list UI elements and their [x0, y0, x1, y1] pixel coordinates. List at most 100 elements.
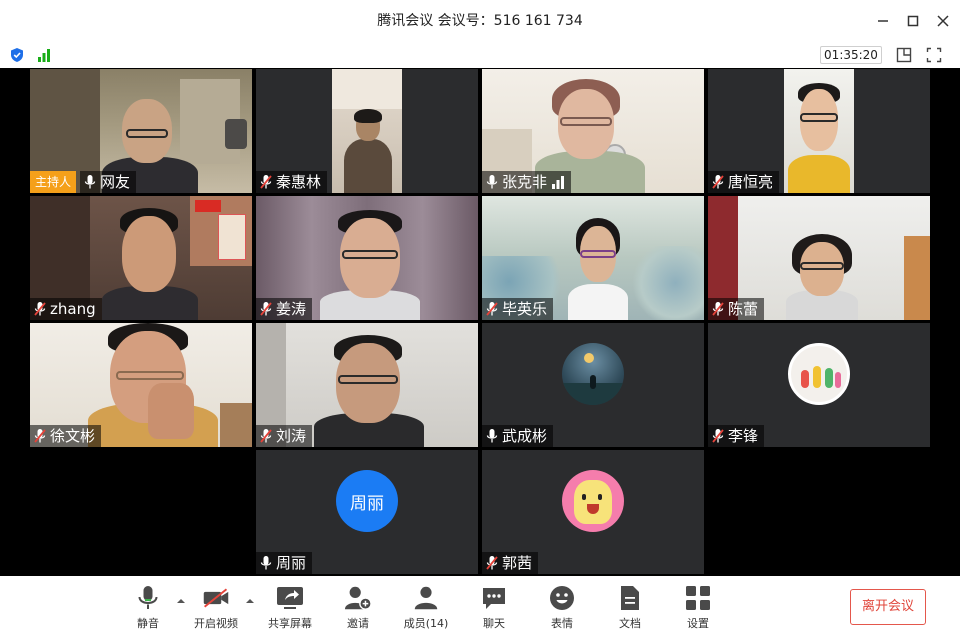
camera-off-icon: [203, 588, 229, 608]
microphone-muted-icon: [712, 302, 724, 316]
avatar: 周丽: [336, 470, 398, 532]
name-tag: 刘涛: [256, 425, 313, 447]
meeting-timer: 01:35:20: [820, 46, 882, 64]
chat-button[interactable]: 聊天: [464, 584, 524, 634]
close-icon: [937, 15, 949, 27]
name-tag: 张克非: [482, 171, 572, 193]
invite-label: 邀请: [347, 617, 369, 630]
participant-name: 姜涛: [276, 300, 307, 318]
participant-name: 唐恒亮: [728, 173, 774, 191]
video-tile-wangyou[interactable]: 主持人 网友: [30, 69, 252, 193]
video-tile-liutao[interactable]: 刘涛: [256, 323, 478, 447]
name-tag: 唐恒亮: [708, 171, 780, 193]
video-tile-zhouli[interactable]: 周丽 周丽: [256, 450, 478, 574]
documents-button[interactable]: 文档: [600, 584, 660, 634]
microphone-muted-icon: [34, 429, 46, 443]
microphone-muted-icon: [260, 429, 272, 443]
avatar-initials: 周丽: [350, 493, 384, 514]
microphone-on-icon: [486, 175, 498, 189]
document-icon: [621, 586, 639, 610]
participant-name: 武成彬: [502, 427, 548, 445]
layout-icon[interactable]: [896, 47, 912, 63]
settings-label: 设置: [687, 617, 709, 630]
share-screen-button[interactable]: 共享屏幕: [260, 584, 320, 634]
avatar: [562, 470, 624, 532]
leave-meeting-button[interactable]: 离开会议: [850, 589, 926, 625]
security-shield-icon[interactable]: [10, 47, 24, 63]
name-tag: 徐文彬: [30, 425, 102, 447]
name-tag: 周丽: [256, 552, 313, 574]
microphone-on-icon: [260, 556, 272, 570]
video-tile-tanghengliang[interactable]: 唐恒亮: [708, 69, 930, 193]
chat-label: 聊天: [483, 617, 505, 630]
maximize-icon: [907, 15, 919, 27]
participant-name: 周丽: [276, 554, 307, 572]
maximize-button[interactable]: [903, 11, 923, 31]
name-tag: 陈蕾: [708, 298, 765, 320]
participant-name: 秦惠林: [276, 173, 322, 191]
participant-name: 张克非: [502, 173, 548, 191]
video-tile-lifeng[interactable]: 李锋: [708, 323, 930, 447]
window-title: 腾讯会议 会议号：516 161 734: [377, 13, 583, 29]
microphone-muted-icon: [34, 302, 46, 316]
members-icon: [414, 586, 438, 610]
video-tile-chenlei[interactable]: 陈蕾: [708, 196, 930, 320]
video-options-caret-icon[interactable]: [245, 596, 255, 606]
members-button[interactable]: 成员(14): [396, 584, 456, 634]
microphone-muted-icon: [486, 556, 498, 570]
participant-name: 网友: [100, 173, 131, 191]
settings-grid-icon: [686, 586, 710, 610]
invite-button[interactable]: 邀请: [328, 584, 388, 634]
minimize-icon: [878, 20, 888, 22]
microphone-muted-icon: [712, 175, 724, 189]
participant-name: 陈蕾: [728, 300, 759, 318]
microphone-on-icon: [84, 175, 96, 189]
video-feed: [784, 69, 854, 193]
video-tile-xuwenbin[interactable]: 徐文彬: [30, 323, 252, 447]
name-tag: 秦惠林: [256, 171, 328, 193]
mute-options-caret-icon[interactable]: [176, 596, 186, 606]
documents-label: 文档: [619, 617, 641, 630]
close-button[interactable]: [933, 11, 953, 31]
microphone-muted-icon: [712, 429, 724, 443]
video-tile-qinhuilin[interactable]: 秦惠林: [256, 69, 478, 193]
fullscreen-icon[interactable]: [926, 47, 942, 63]
add-user-icon: [344, 586, 372, 610]
name-tag: 网友: [80, 171, 137, 193]
microphone-on-icon: [486, 429, 498, 443]
minimize-button[interactable]: [873, 11, 893, 31]
settings-button[interactable]: 设置: [668, 584, 728, 634]
mute-button[interactable]: 静音: [118, 584, 178, 634]
video-tile-guoxi[interactable]: 郭茜: [482, 450, 704, 574]
mute-label: 静音: [137, 617, 159, 630]
participant-name: 毕英乐: [502, 300, 548, 318]
start-video-button[interactable]: 开启视频: [186, 584, 246, 634]
avatar: [562, 343, 624, 405]
reactions-label: 表情: [551, 617, 573, 630]
share-screen-label: 共享屏幕: [268, 617, 312, 630]
participant-name: 郭茜: [502, 554, 533, 572]
video-tile-zhangkefei[interactable]: 张克非: [482, 69, 704, 193]
video-tile-jiangtao[interactable]: 姜涛: [256, 196, 478, 320]
participant-name: 刘涛: [276, 427, 307, 445]
avatar: [788, 343, 850, 405]
name-tag: 李锋: [708, 425, 765, 447]
members-label: 成员(14): [403, 617, 449, 630]
status-bar: [0, 42, 960, 68]
video-tile-wuchengbin[interactable]: 武成彬: [482, 323, 704, 447]
network-signal-icon[interactable]: [37, 47, 51, 63]
video-feed: [332, 69, 402, 193]
video-tile-biyingle[interactable]: 毕英乐: [482, 196, 704, 320]
title-bar: 腾讯会议 会议号：516 161 734: [0, 0, 960, 42]
microphone-muted-icon: [260, 175, 272, 189]
microphone-icon: [138, 586, 158, 609]
video-tile-zhang[interactable]: zhang: [30, 196, 252, 320]
start-video-label: 开启视频: [194, 617, 238, 630]
chat-icon: [483, 588, 505, 609]
participant-name: 李锋: [728, 427, 759, 445]
meeting-toolbar: 静音 开启视频 共享屏幕 邀请 成员(14) 聊天 表情 文档 设置: [0, 576, 960, 640]
host-badge: 主持人: [30, 171, 77, 193]
reactions-button[interactable]: 表情: [532, 584, 592, 634]
microphone-muted-icon: [260, 302, 272, 316]
audio-level-icon: [552, 176, 565, 189]
